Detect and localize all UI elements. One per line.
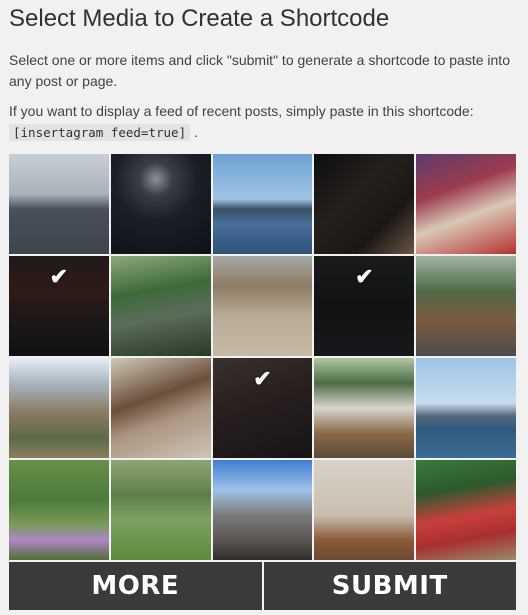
shortcode-media-picker: Select Media to Create a Shortcode Selec… <box>0 0 528 615</box>
instructions-text: Select one or more items and click "subm… <box>9 52 510 89</box>
checkmark-icon: ✔ <box>355 264 374 289</box>
shortcode-snippet[interactable]: [insertagram feed=true] <box>9 124 191 141</box>
feed-instructions-period: . <box>193 124 198 140</box>
media-tile[interactable] <box>314 358 415 458</box>
media-tile[interactable] <box>416 154 516 254</box>
media-tile[interactable]: ✔ <box>9 256 109 356</box>
more-button[interactable]: MORE <box>9 562 262 610</box>
media-tile[interactable] <box>314 154 415 254</box>
feed-instructions-text: If you want to display a feed of recent … <box>9 103 474 119</box>
media-tile[interactable] <box>110 460 211 560</box>
media-tile[interactable]: ✔ <box>212 358 313 458</box>
media-tile[interactable] <box>110 256 211 356</box>
media-tile[interactable] <box>416 358 516 458</box>
media-tile[interactable] <box>416 460 516 560</box>
media-tile[interactable] <box>212 460 313 560</box>
media-tile[interactable] <box>110 358 211 458</box>
page-title: Select Media to Create a Shortcode <box>9 5 390 32</box>
action-buttons: MORE SUBMIT <box>9 562 516 610</box>
media-grid: ✔ ✔ ✔ <box>9 154 516 560</box>
media-tile[interactable] <box>9 154 109 254</box>
media-tile[interactable] <box>212 256 313 356</box>
feed-instructions: If you want to display a feed of recent … <box>9 101 514 143</box>
checkmark-icon: ✔ <box>49 264 69 289</box>
media-tile[interactable] <box>416 256 516 356</box>
checkmark-icon: ✔ <box>253 366 272 391</box>
submit-button[interactable]: SUBMIT <box>263 562 516 610</box>
media-tile[interactable] <box>314 460 415 560</box>
media-tile[interactable] <box>110 154 211 254</box>
media-tile[interactable] <box>212 154 313 254</box>
media-tile[interactable] <box>9 460 109 560</box>
media-tile[interactable]: ✔ <box>314 256 415 356</box>
media-tile[interactable] <box>9 358 109 458</box>
